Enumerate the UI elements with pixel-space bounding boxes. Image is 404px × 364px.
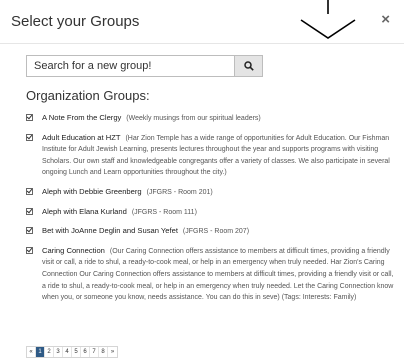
pagination-page-4[interactable]: 4 (63, 347, 72, 357)
list-item: Aleph with Elana Kurland (JFGRS - Room 1… (26, 206, 394, 219)
checkbox-checked-icon[interactable] (26, 246, 33, 254)
group-name: Adult Education at HZT (42, 132, 121, 142)
pagination-page-6[interactable]: 6 (81, 347, 90, 357)
pagination-page-1[interactable]: 1 (36, 347, 45, 357)
close-icon[interactable]: × (381, 12, 390, 27)
checkbox-checked-icon[interactable] (26, 187, 33, 195)
pagination-page-2[interactable]: 2 (45, 347, 54, 357)
group-name: Aleph with Debbie Greenberg (42, 186, 142, 196)
group-name: Bet with JoAnne Deglin and Susan Yefet (42, 226, 178, 236)
group-search (26, 55, 263, 77)
checkbox-checked-icon[interactable] (26, 227, 33, 235)
checkbox-checked-icon[interactable] (26, 114, 33, 121)
list-item: A Note From the Clergy (Weekly musings f… (26, 112, 394, 125)
modal-title: Select your Groups (11, 13, 140, 30)
pagination-page-8[interactable]: 8 (99, 347, 108, 357)
modal-header: Select your Groups × (0, 0, 404, 44)
group-description: (JFGRS - Room 111) (131, 208, 197, 216)
select-groups-modal: Select your Groups × Organization Groups… (0, 0, 404, 364)
group-description: (Weekly musings from our spiritual leade… (126, 115, 261, 122)
pagination-page-7[interactable]: 7 (90, 347, 99, 357)
group-description: (JFGRS - Room 201) (146, 188, 213, 196)
group-name: A Note From the Clergy (42, 113, 122, 122)
list-item: Adult Education at HZT (Har Zion Temple … (26, 132, 394, 179)
search-input[interactable] (26, 55, 234, 77)
list-item: Bet with JoAnne Deglin and Susan Yefet (… (26, 225, 394, 238)
pagination-page-5[interactable]: 5 (72, 347, 81, 357)
checkbox-checked-icon[interactable] (26, 207, 33, 215)
pagination-next[interactable]: » (108, 347, 117, 357)
search-button[interactable] (234, 55, 263, 77)
pagination: « 1 2 3 4 5 6 7 8 » (26, 346, 118, 358)
pagination-page-3[interactable]: 3 (54, 347, 63, 357)
group-name: Aleph with Elana Kurland (42, 206, 127, 216)
search-icon (243, 61, 254, 71)
group-description: (Our Caring Connection offers assistance… (42, 247, 394, 302)
pagination-prev[interactable]: « (27, 347, 36, 357)
group-description: (JFGRS - Room 207) (182, 228, 250, 236)
checkbox-checked-icon[interactable] (26, 133, 33, 141)
list-item: Aleph with Debbie Greenberg (JFGRS - Roo… (26, 186, 394, 199)
list-item: Caring Connection (Our Caring Connection… (26, 245, 394, 304)
group-name: Caring Connection (42, 245, 105, 255)
group-list: A Note From the Clergy (Weekly musings f… (26, 112, 394, 311)
section-title: Organization Groups: (26, 88, 150, 103)
chevron-down-arrow-icon (300, 0, 356, 39)
